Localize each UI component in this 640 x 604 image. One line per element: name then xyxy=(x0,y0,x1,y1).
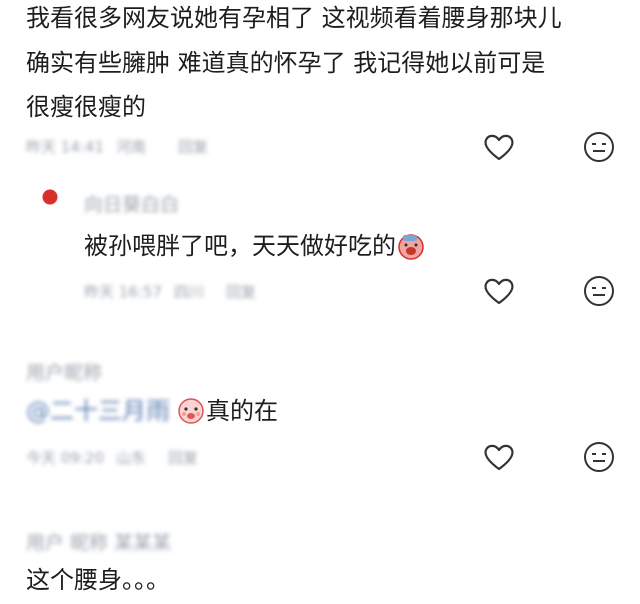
comment-text-line: 很瘦很瘦的 xyxy=(26,93,146,121)
comment-text: 这个腰身。。。 xyxy=(26,566,170,594)
reply-button[interactable]: 回复 xyxy=(168,447,198,468)
comment-text-line: 确实有些臃肿 难道真的怀孕了 我记得她以前可是 xyxy=(26,49,546,77)
comment-time: 昨天 16:57 xyxy=(84,283,162,301)
mention-link[interactable]: @二十三月雨 xyxy=(26,393,170,429)
heart-outline-icon[interactable] xyxy=(482,274,516,308)
reply-button[interactable]: 回复 xyxy=(178,136,208,157)
comment-body: 被孙喂胖了吧，天天做好吃的 xyxy=(84,228,426,264)
reply-button[interactable]: 回复 xyxy=(226,281,256,302)
comment-location: 河南 xyxy=(116,138,147,156)
username[interactable]: 用户 昵称 某某某 xyxy=(26,528,171,555)
comment-meta: 今天 09:20 山东 回复 xyxy=(26,447,198,468)
face-sticker-emoji xyxy=(176,396,206,426)
neutral-face-icon[interactable] xyxy=(582,274,616,308)
comment-text: 真的在 xyxy=(206,397,278,425)
comment-meta: 昨天 16:57 四川 回复 xyxy=(84,281,256,302)
username[interactable]: 用户昵称 xyxy=(26,358,102,385)
face-eating-emoji xyxy=(396,231,426,261)
neutral-face-icon[interactable] xyxy=(582,440,616,474)
comment-text-line: 我看很多网友说她有孕相了 这视频看着腰身那块儿 xyxy=(26,4,562,32)
comment-location: 山东 xyxy=(116,449,147,467)
comment-time: 今天 09:20 xyxy=(26,449,104,467)
comment-time: 昨天 14:41 xyxy=(26,138,104,156)
heart-outline-icon[interactable] xyxy=(482,440,516,474)
username[interactable]: 向日葵白白 xyxy=(84,190,179,217)
heart-outline-icon[interactable] xyxy=(482,130,516,164)
avatar[interactable] xyxy=(30,185,70,225)
comment-location: 四川 xyxy=(174,283,205,301)
comment-meta: 昨天 14:41 河南 回复 xyxy=(26,136,208,157)
comment-text: 被孙喂胖了吧，天天做好吃的 xyxy=(84,232,396,260)
comment-body: @二十三月雨 真的在 xyxy=(26,393,278,429)
neutral-face-icon[interactable] xyxy=(582,130,616,164)
